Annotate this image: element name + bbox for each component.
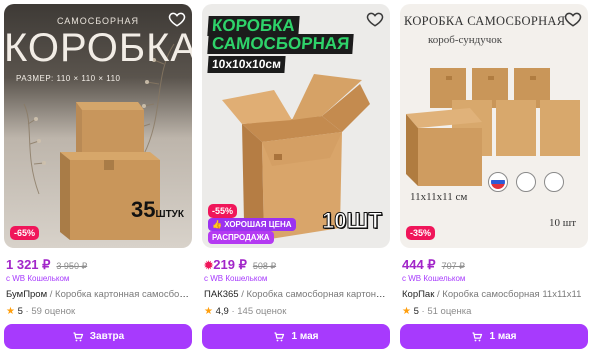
cart-icon <box>73 331 83 341</box>
image-caption-subtitle: САМОСБОРНАЯ <box>207 34 355 54</box>
delivery-date: Завтра <box>89 331 125 342</box>
rating-value: 5 <box>17 306 23 317</box>
brand-name: КорПак <box>402 289 435 300</box>
star-icon: ★ <box>6 306 15 317</box>
thumbs-up-icon: 👍 <box>212 220 225 229</box>
leaf-icon <box>544 172 564 192</box>
product-image[interactable]: КОРОБКА САМОСБОРНАЯ короб-сундучок 11x11… <box>400 4 588 248</box>
heart-icon <box>168 12 186 27</box>
price-row: 444 ₽ 707 ₽ <box>402 257 465 273</box>
reviews-count: · 59 оценок <box>25 306 76 317</box>
current-price: ✹ 219 ₽ <box>204 257 247 273</box>
product-name: / Коробка картонная самосборная <box>47 289 192 300</box>
image-caption-size: РАЗМЕР: 110 × 110 × 110 <box>16 74 121 83</box>
wallet-note: с WB Кошельком <box>204 274 268 283</box>
reviews-count: · 145 оценок <box>231 306 287 317</box>
wallet-note: с WB Кошельком <box>402 274 466 283</box>
rating-value: 5 <box>413 306 419 317</box>
heart-icon <box>564 12 582 27</box>
discount-badge: -35% <box>406 226 436 240</box>
image-caption-top: САМОСБОРНАЯ <box>56 16 140 26</box>
wallet-note: с WB Кошельком <box>6 274 70 283</box>
heart-icon <box>366 12 384 27</box>
quantity-unit: ШТУК <box>155 209 184 220</box>
discount-badge: -55% <box>208 204 238 218</box>
favorite-button[interactable] <box>564 10 582 28</box>
favorite-button[interactable] <box>366 10 384 28</box>
product-title[interactable]: ПАК365 / Коробка самосборная картонная <box>204 289 390 300</box>
cart-icon <box>472 331 483 341</box>
good-price-label: ХОРОШАЯ ЦЕНА <box>224 220 292 229</box>
image-caption-size: 11x11x11 см <box>410 191 468 203</box>
sale-badge: РАСПРОДАЖА <box>208 231 274 244</box>
recycle-icon <box>516 172 536 192</box>
old-price: 707 ₽ <box>441 261 465 271</box>
brand-name: ПАК365 <box>204 289 239 300</box>
current-price: 444 ₽ <box>402 257 436 272</box>
reviews-count: · 51 оценка <box>421 306 472 317</box>
old-price: 508 ₽ <box>252 261 277 271</box>
image-caption-title: КОРОБКА <box>4 26 192 70</box>
product-name: / Коробка самосборная 11x11x11 <box>434 289 582 300</box>
image-caption-title: КОРОБКА <box>207 16 300 36</box>
price-row: ✹ 219 ₽ 508 ₽ <box>204 257 276 273</box>
add-to-cart-button[interactable]: 1 мая <box>400 324 588 349</box>
current-price: 1 321 ₽ <box>6 257 51 272</box>
rating-row: ★ 5 · 59 оценок <box>6 306 75 317</box>
cart-icon <box>274 331 285 341</box>
rating-row: ★ 5 · 51 оценка <box>402 306 471 317</box>
add-to-cart-button[interactable]: 1 мая <box>202 324 390 349</box>
delivery-date: 1 мая <box>291 331 319 342</box>
quantity-number: 35 <box>131 197 156 222</box>
delivery-date: 1 мая <box>489 331 517 342</box>
product-title[interactable]: БумПром / Коробка картонная самосборная <box>6 289 192 300</box>
image-caption-size: 10x10x10см <box>207 56 286 73</box>
brand-name: БумПром <box>6 289 48 300</box>
rating-value: 4,9 <box>215 306 229 317</box>
price-value: 219 ₽ <box>213 257 247 272</box>
good-price-badge: 👍 ХОРОШАЯ ЦЕНА <box>208 218 296 231</box>
price-row: 1 321 ₽ 3 950 ₽ <box>6 257 87 273</box>
product-card[interactable]: САМОСБОРНАЯ КОРОБКА РАЗМЕР: 110 × 110 × … <box>4 4 192 350</box>
product-grid: САМОСБОРНАЯ КОРОБКА РАЗМЕР: 110 × 110 × … <box>4 4 590 350</box>
image-quantity: 10ШТ <box>321 208 382 234</box>
product-card[interactable]: КОРОБКА САМОСБОРНАЯ 10x10x10см 10ШТ -55%… <box>202 4 390 350</box>
product-image[interactable]: САМОСБОРНАЯ КОРОБКА РАЗМЕР: 110 × 110 × … <box>4 4 192 248</box>
product-name: / Коробка самосборная картонная <box>238 289 390 300</box>
russia-flag-icon <box>488 172 508 192</box>
add-to-cart-button[interactable]: Завтра <box>4 324 192 349</box>
star-icon: ★ <box>402 306 411 317</box>
product-image[interactable]: КОРОБКА САМОСБОРНАЯ 10x10x10см 10ШТ -55%… <box>202 4 390 248</box>
product-card[interactable]: КОРОБКА САМОСБОРНАЯ короб-сундучок 11x11… <box>400 4 588 350</box>
favorite-button[interactable] <box>168 10 186 28</box>
discount-badge: -65% <box>10 226 40 240</box>
image-caption-title: КОРОБКА САМОСБОРНАЯ <box>404 14 566 28</box>
image-quantity: 35ШТУК <box>131 197 184 223</box>
product-title[interactable]: КорПак / Коробка самосборная 11x11x11 <box>402 289 588 300</box>
old-price: 3 950 ₽ <box>56 261 88 271</box>
image-caption-subtitle: короб-сундучок <box>428 34 503 46</box>
image-quantity: 10 шт <box>548 217 576 229</box>
star-icon: ★ <box>204 306 213 317</box>
rating-row: ★ 4,9 · 145 оценок <box>204 306 286 317</box>
